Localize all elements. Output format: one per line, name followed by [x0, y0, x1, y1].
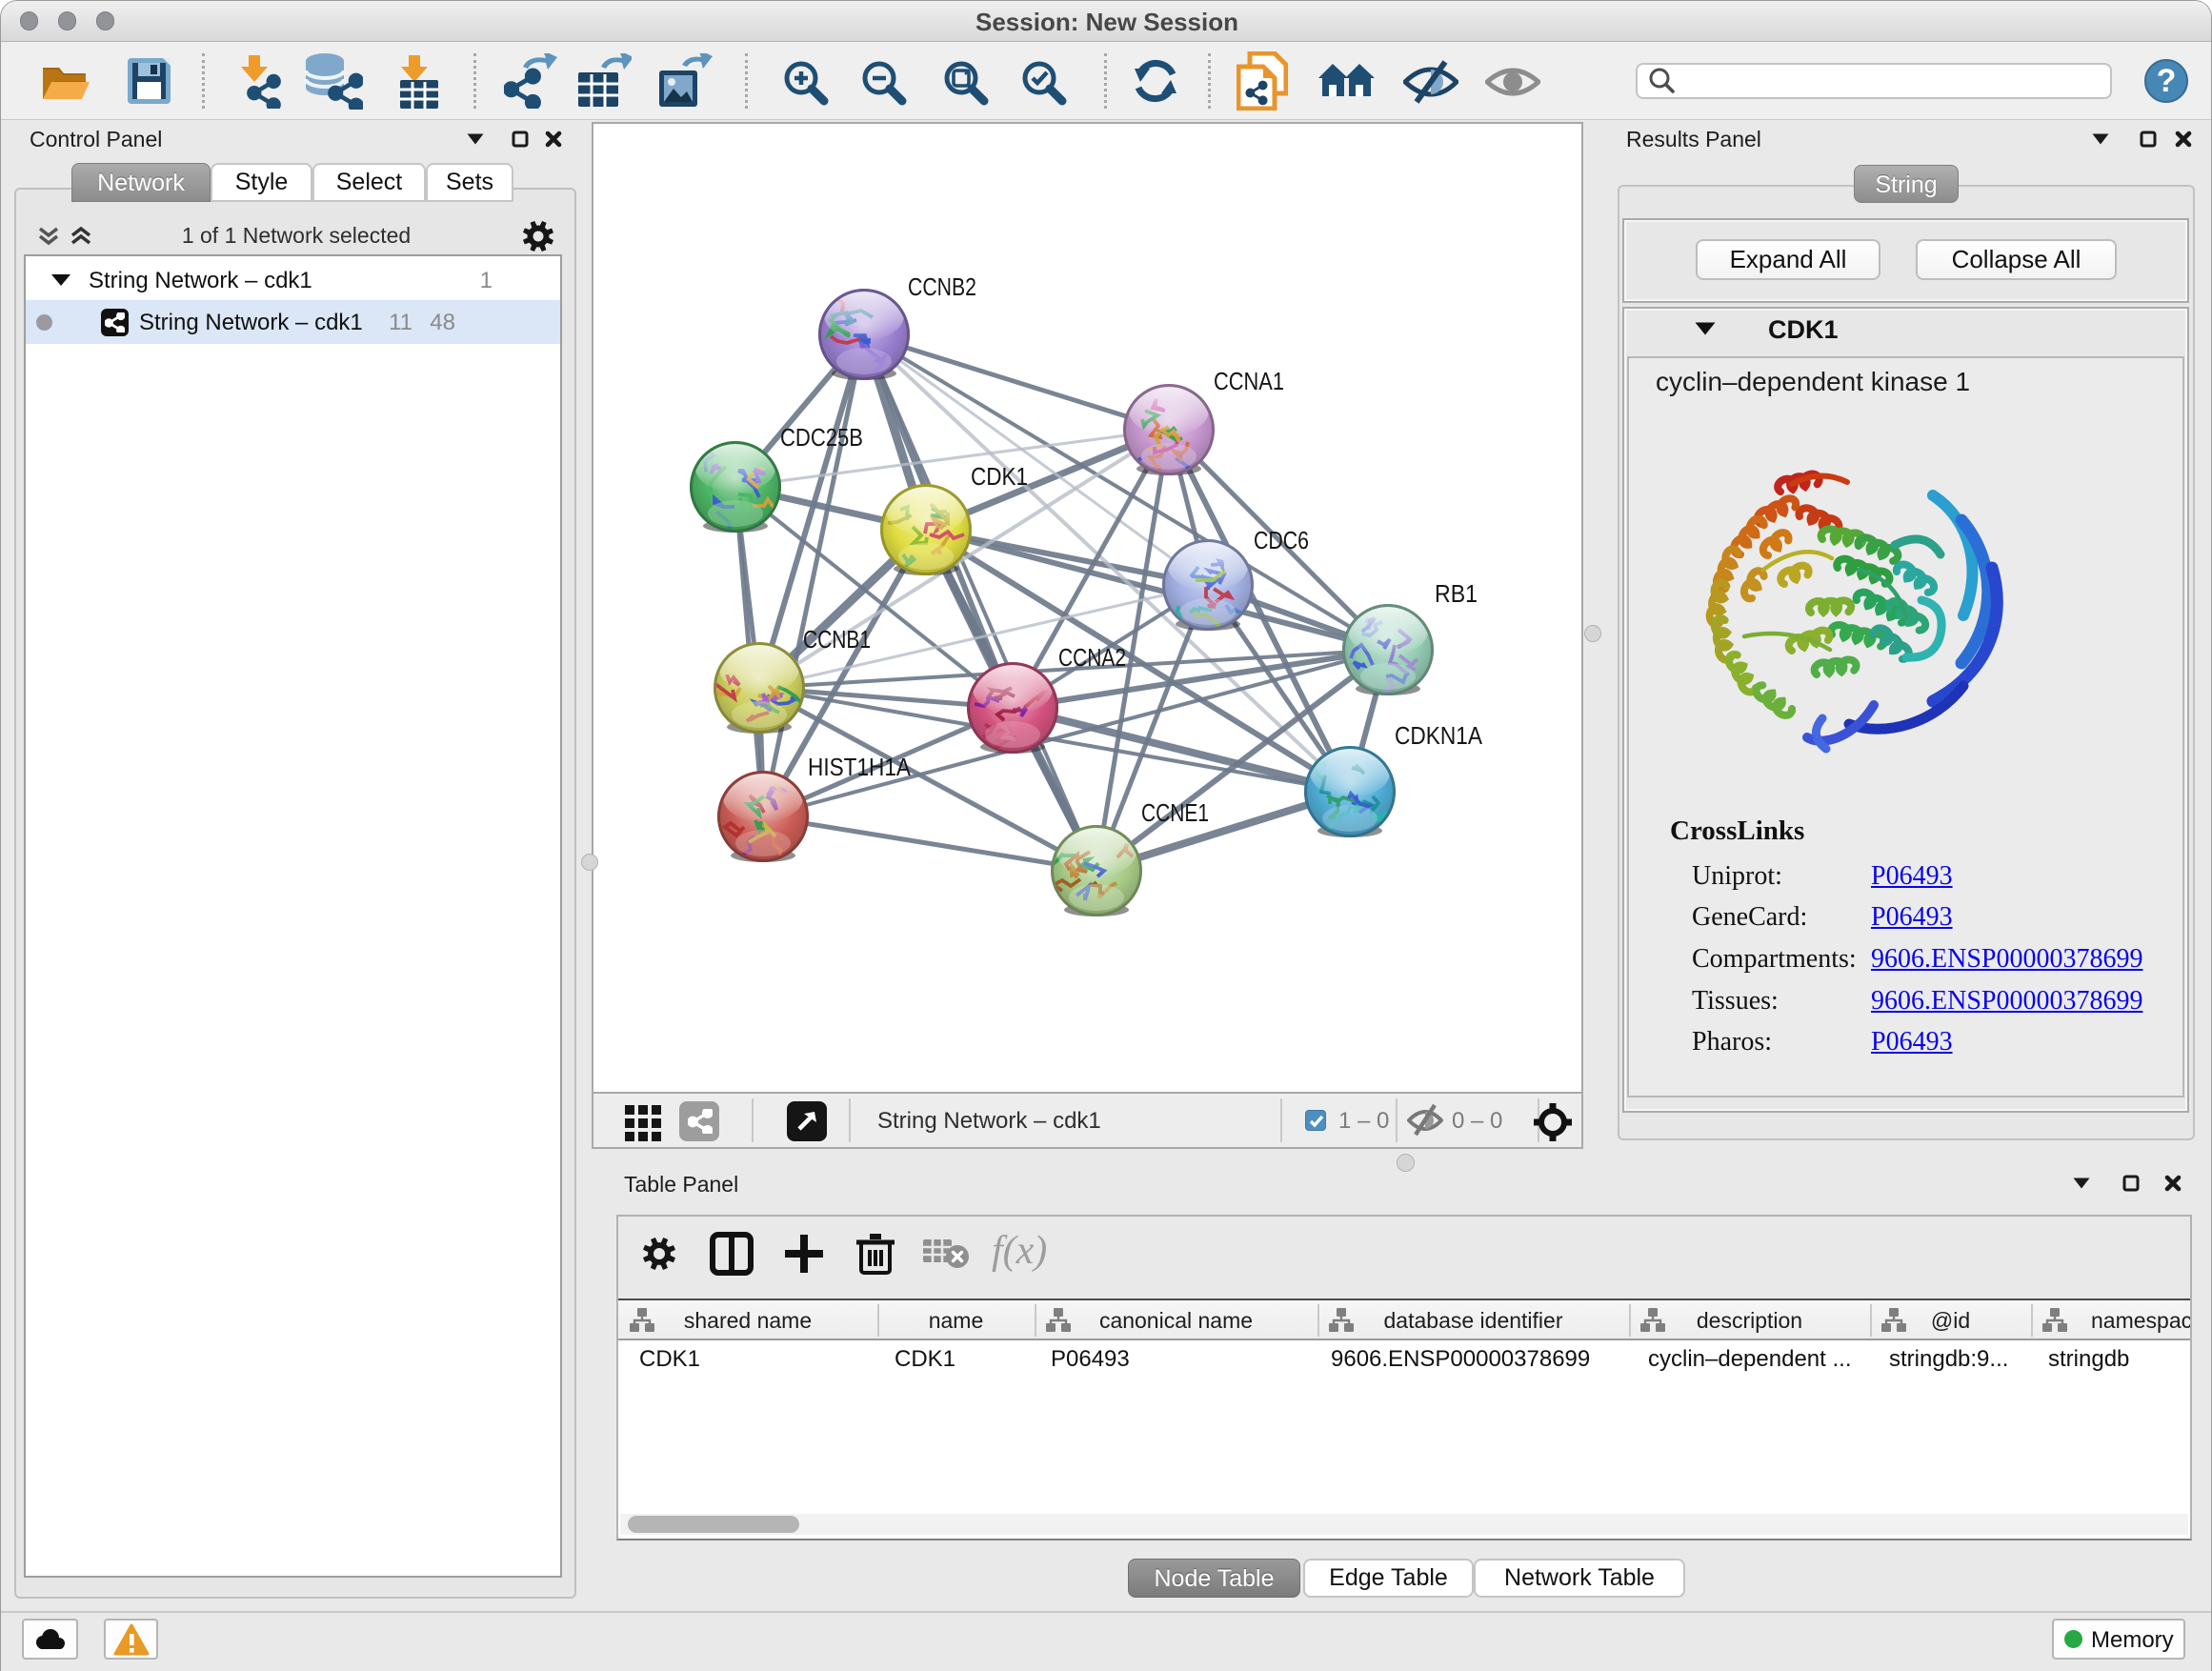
svg-text:CDC25B: CDC25B	[780, 423, 863, 452]
svg-text:RB1: RB1	[1435, 579, 1478, 608]
svg-text:HIST1H1A: HIST1H1A	[808, 753, 912, 781]
svg-text:CCNE1: CCNE1	[1141, 798, 1209, 827]
svg-text:CDC6: CDC6	[1254, 526, 1309, 554]
svg-text:CCNB2: CCNB2	[908, 272, 976, 301]
svg-text:CCNB1: CCNB1	[803, 625, 871, 654]
svg-text:CCNA1: CCNA1	[1214, 367, 1284, 395]
svg-text:CDK1: CDK1	[971, 462, 1028, 491]
svg-text:CCNA2: CCNA2	[1058, 643, 1126, 672]
svg-text:CDKN1A: CDKN1A	[1395, 721, 1483, 750]
